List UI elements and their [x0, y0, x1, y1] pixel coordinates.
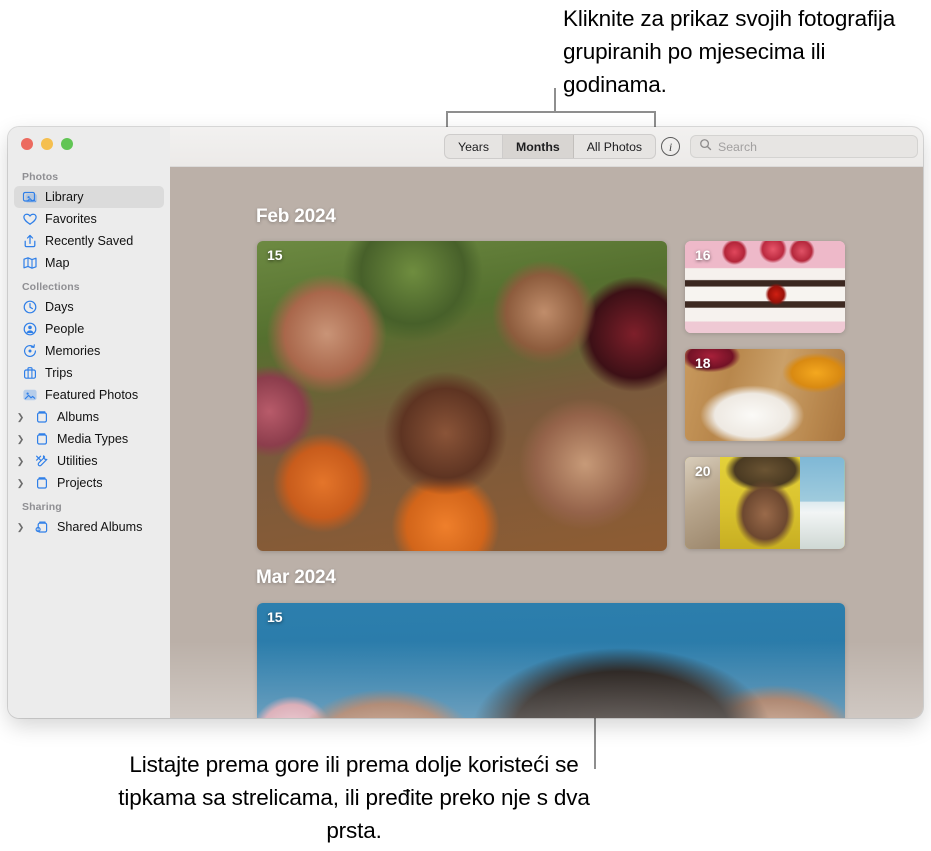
tab-months[interactable]: Months — [503, 135, 574, 158]
day-badge: 15 — [267, 609, 283, 625]
map-icon — [22, 255, 38, 271]
month-header-mar: Mar 2024 — [256, 567, 336, 588]
sidebar-item-days[interactable]: Days — [14, 296, 164, 318]
callout-top-leader-stem — [554, 88, 556, 112]
suitcase-icon — [22, 365, 38, 381]
sidebar-item-label: Memories — [45, 344, 101, 358]
shared-album-icon — [34, 519, 50, 535]
sidebar-item-label: Library — [45, 190, 84, 204]
sidebar-item-people[interactable]: People — [14, 318, 164, 340]
search-icon — [699, 138, 712, 156]
month-header-feb: Feb 2024 — [256, 206, 336, 227]
sidebar-item-label: Albums — [57, 410, 99, 424]
callout-top-text: Kliknite za prikaz svojih fotografija gr… — [563, 6, 896, 97]
chevron-right-icon[interactable]: ❯ — [14, 434, 27, 444]
callout-top-leader-bar — [446, 111, 656, 113]
chevron-right-icon[interactable]: ❯ — [14, 522, 27, 532]
day-badge: 20 — [695, 463, 711, 479]
sidebar-item-featured-photos[interactable]: Featured Photos — [14, 384, 164, 406]
sidebar-item-label: Days — [45, 300, 74, 314]
sidebar-item-label: Favorites — [45, 212, 97, 226]
photo-thumbnail — [257, 241, 667, 551]
sidebar-item-recently-saved[interactable]: Recently Saved — [14, 230, 164, 252]
view-mode-segmented-control[interactable]: Years Months All Photos — [444, 134, 657, 159]
library-icon — [22, 189, 38, 205]
sidebar-item-memories[interactable]: Memories — [14, 340, 164, 362]
album-icon — [34, 409, 50, 425]
photo-tile-mar-15[interactable]: 15 — [257, 603, 845, 718]
featured-photos-icon — [22, 387, 38, 403]
tab-years[interactable]: Years — [445, 135, 503, 158]
zoom-button[interactable] — [61, 138, 73, 150]
sidebar-item-label: Shared Albums — [57, 520, 143, 534]
search-placeholder: Search — [718, 139, 757, 154]
photo-tile-feb-20[interactable]: 20 — [685, 457, 845, 549]
sidebar-item-label: Featured Photos — [45, 388, 139, 402]
photo-tile-feb-15[interactable]: 15 — [257, 241, 667, 551]
day-badge: 15 — [267, 247, 283, 263]
heart-icon — [22, 211, 38, 227]
sidebar-section-photos-header: Photos — [22, 171, 59, 183]
callout-bottom-text: Listajte prema gore ili prema dolje kori… — [118, 752, 590, 843]
photo-tile-feb-18[interactable]: 18 — [685, 349, 845, 441]
sidebar-item-shared-albums[interactable]: ❯ Shared Albums — [14, 516, 164, 538]
photo-thumbnail — [257, 603, 845, 718]
album-icon — [34, 475, 50, 491]
toolbar: Years Months All Photos i Search — [170, 127, 923, 167]
photos-window: Photos Library Favorites Recently Saved … — [8, 127, 923, 718]
sidebar-section-collections-header: Collections — [22, 281, 80, 293]
photo-tile-feb-16[interactable]: 16 — [685, 241, 845, 333]
sidebar-item-label: Recently Saved — [45, 234, 134, 248]
sidebar-item-label: People — [45, 322, 85, 336]
sidebar-item-trips[interactable]: Trips — [14, 362, 164, 384]
sidebar-item-library[interactable]: Library — [14, 186, 164, 208]
window-controls — [21, 138, 73, 150]
info-icon[interactable]: i — [661, 137, 680, 156]
chevron-right-icon[interactable]: ❯ — [14, 478, 27, 488]
utilities-icon — [34, 453, 50, 469]
clock-icon — [22, 299, 38, 315]
sidebar-item-media-types[interactable]: ❯ Media Types — [14, 428, 164, 450]
chevron-right-icon[interactable]: ❯ — [14, 412, 27, 422]
tab-all-photos[interactable]: All Photos — [574, 135, 655, 158]
day-badge: 16 — [695, 247, 711, 263]
memories-icon — [22, 343, 38, 359]
chevron-right-icon[interactable]: ❯ — [14, 456, 27, 466]
recently-saved-icon — [22, 233, 38, 249]
sidebar-item-albums[interactable]: ❯ Albums — [14, 406, 164, 428]
sidebar-item-projects[interactable]: ❯ Projects — [14, 472, 164, 494]
sidebar-item-favorites[interactable]: Favorites — [14, 208, 164, 230]
search-input[interactable]: Search — [690, 135, 918, 158]
sidebar-item-label: Media Types — [57, 432, 129, 446]
sidebar-item-label: Map — [45, 256, 70, 270]
photo-scroll-area[interactable]: Feb 2024 15 16 18 20 Mar 2024 15 — [170, 167, 923, 718]
sidebar-item-utilities[interactable]: ❯ Utilities — [14, 450, 164, 472]
close-button[interactable] — [21, 138, 33, 150]
person-icon — [22, 321, 38, 337]
sidebar-item-label: Utilities — [57, 454, 98, 468]
sidebar-item-label: Trips — [45, 366, 73, 380]
minimize-button[interactable] — [41, 138, 53, 150]
content-area: Years Months All Photos i Search Feb 202… — [170, 127, 923, 718]
sidebar-item-map[interactable]: Map — [14, 252, 164, 274]
album-icon — [34, 431, 50, 447]
sidebar-item-label: Projects — [57, 476, 103, 490]
day-badge: 18 — [695, 355, 711, 371]
sidebar-section-sharing-header: Sharing — [22, 501, 62, 513]
sidebar: Photos Library Favorites Recently Saved … — [8, 127, 170, 718]
